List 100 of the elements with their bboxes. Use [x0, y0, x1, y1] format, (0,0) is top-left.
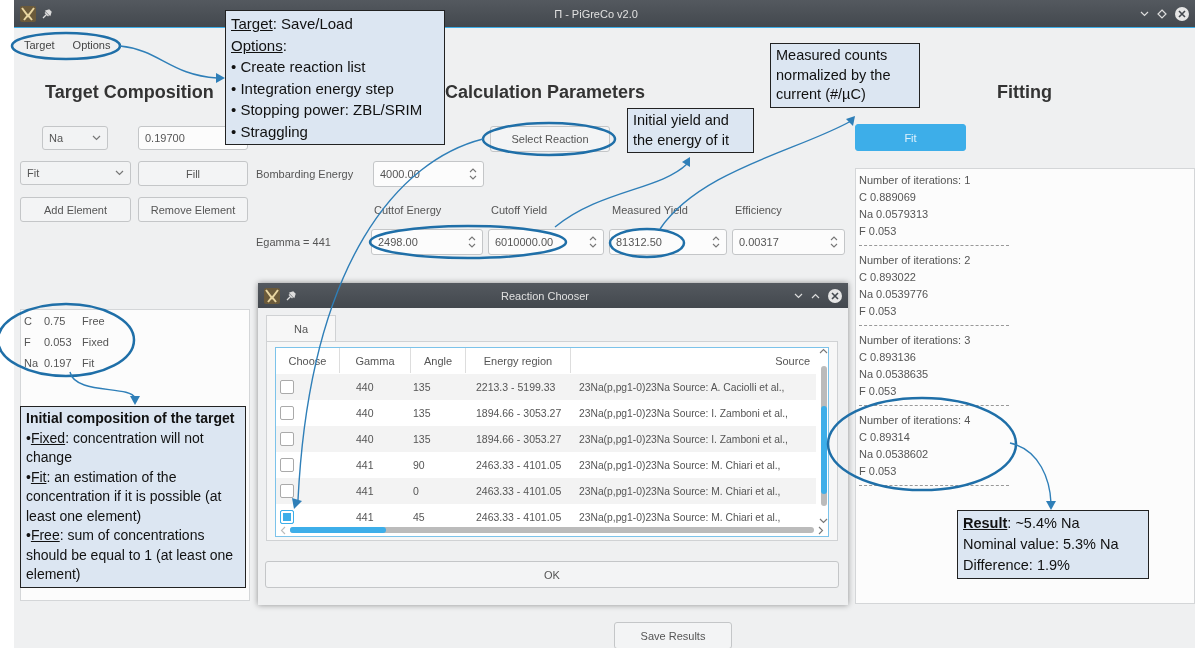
table-cell: 2213.3 - 5199.33	[466, 374, 571, 400]
table-cell-text: 135	[412, 406, 432, 421]
element-mode: Fit	[82, 356, 96, 369]
table-cell: 23Na(p,pg1-0)23Na Source: A. Caciolli et al.,	[571, 374, 816, 400]
log-line: F 0.053	[859, 464, 898, 479]
log-line: C 0.893022	[859, 270, 917, 285]
callout-text: Target: Save/Load	[231, 14, 354, 34]
table-cell-text: 23Na(p,pg1-0)23Na Source: M. Chiari et al.,	[578, 458, 782, 473]
close-icon	[828, 288, 842, 303]
section-heading: Fitting	[997, 81, 1052, 103]
chevron-down-icon	[819, 518, 828, 524]
select-reaction-button[interactable]: Select Reaction	[490, 126, 610, 152]
table-cell-text: 45	[412, 510, 426, 525]
chevron-down-icon	[1140, 10, 1149, 17]
pin-icon	[42, 8, 52, 19]
log-line: Na 0.0539776	[859, 287, 930, 302]
chevron-up-icon	[811, 292, 820, 299]
number-field[interactable]: 6010000.00	[488, 229, 604, 255]
log-line: F 0.053	[859, 224, 898, 239]
checkbox[interactable]	[280, 380, 294, 394]
log-line: Na 0.0579313	[859, 207, 930, 222]
number-field[interactable]: 81312.50	[609, 229, 727, 255]
callout-text: Difference: 1.9%	[963, 556, 1071, 575]
table-cell-text: 440	[355, 406, 375, 421]
element-value: 0.053	[44, 335, 73, 348]
callout-heading: Initial composition of the target	[26, 409, 236, 428]
checkbox[interactable]	[280, 406, 294, 420]
chevron-right-icon	[818, 525, 824, 535]
chevron-down-icon	[92, 135, 101, 141]
logo-icon	[264, 287, 280, 304]
fill-button[interactable]: Fill	[138, 161, 248, 186]
table-cell-text: 1894.66 - 3053.27	[475, 406, 563, 421]
section-heading: Target Composition	[45, 81, 214, 103]
element-mode: Fixed	[82, 335, 110, 348]
table-cell: 23Na(p,pg1-0)23Na Source: M. Chiari et al.,	[571, 478, 816, 504]
element-value: 0.197	[44, 356, 73, 369]
log-line: F 0.053	[859, 304, 898, 319]
row-label: Egamma = 441	[256, 235, 332, 250]
number-field[interactable]: 0.00317	[732, 229, 845, 255]
checkbox[interactable]	[280, 458, 294, 472]
log-line: Number of iterations: 1	[859, 173, 972, 188]
element-symbol: F	[24, 335, 32, 348]
close-icon	[1175, 6, 1189, 21]
vertical-scrollbar[interactable]	[819, 348, 828, 524]
add-element-button[interactable]: Add Element	[20, 197, 131, 222]
table-cell: 0	[411, 478, 466, 504]
column-label: Cutoff Yield	[490, 203, 549, 218]
callout-text: Measured counts normalized by the current (#/µC)	[776, 46, 892, 104]
menu-item[interactable]: Options	[72, 39, 111, 51]
spin-arrows-icon	[712, 235, 720, 249]
checkbox[interactable]	[280, 484, 294, 498]
table-cell-text: 23Na(p,pg1-0)23Na Source: M. Chiari et al.,	[578, 510, 782, 525]
table-cell: 441	[340, 478, 411, 504]
table-cell-text: 441	[355, 510, 375, 525]
callout-text: Result: ~5.4% Na	[963, 514, 1081, 533]
menu-item[interactable]: Target	[24, 39, 55, 51]
log-line: C 0.889069	[859, 190, 917, 205]
number-field[interactable]: 2498.00	[371, 229, 483, 255]
element-symbol: C	[24, 314, 33, 327]
table-cell: 135	[411, 426, 466, 452]
save-results-button[interactable]: Save Results	[614, 622, 732, 648]
table-cell-text: 2463.33 - 4101.05	[475, 510, 563, 525]
callout-text: Initial yield and the energy of it	[633, 111, 730, 150]
log-line: Na 0.0538635	[859, 367, 930, 382]
callout-text: • Integration energy step	[231, 78, 395, 99]
log-line: Na 0.0538602	[859, 447, 930, 462]
callout-text: •Fixed: concentration will not change	[26, 428, 205, 467]
ok-button[interactable]: OK	[265, 561, 839, 588]
callout-text: Nominal value: 5.3% Na	[963, 535, 1120, 554]
log-line: F 0.053	[859, 384, 898, 399]
checkbox[interactable]	[280, 510, 294, 524]
dialog-title: Reaction Chooser	[499, 289, 591, 302]
annotation-arrow	[1009, 442, 1056, 510]
table-cell: 440	[340, 426, 411, 452]
callout-text: •Fit: an estimation of the concentration if it is possible (at least one element)	[26, 467, 223, 526]
table-cell: 2463.33 - 4101.05	[466, 478, 571, 504]
element-symbol: Na	[24, 356, 40, 369]
chevron-up-icon	[819, 348, 828, 354]
log-line: Number of iterations: 4	[859, 413, 972, 428]
spin-arrows-icon	[830, 235, 838, 249]
pin-icon	[286, 290, 296, 301]
column-label: Efficiency	[734, 203, 783, 218]
table-cell-text: 23Na(p,pg1-0)23Na Source: I. Zamboni et al.,	[578, 406, 789, 421]
callout-text: Options:	[231, 35, 288, 56]
window-title: Π - PiGreCo v2.0	[553, 7, 639, 20]
chevron-left-icon	[280, 525, 286, 535]
chevron-down-icon	[115, 170, 124, 176]
diamond-icon	[1157, 8, 1167, 19]
tab[interactable]: Na	[266, 315, 336, 341]
checkbox[interactable]	[280, 432, 294, 446]
element-value: 0.75	[44, 314, 67, 327]
log-line: Number of iterations: 2	[859, 253, 972, 268]
annotation-arrow	[69, 371, 140, 405]
log-line: C 0.89314	[859, 430, 911, 445]
element-dropdown[interactable]: Na	[42, 126, 108, 150]
spin-arrows-icon	[468, 235, 476, 249]
remove-element-button[interactable]: Remove Element	[138, 197, 248, 222]
mode-dropdown[interactable]: Fit	[20, 161, 131, 185]
table-cell-text: 2463.33 - 4101.05	[475, 458, 563, 473]
section-heading: Calculation Parameters	[445, 81, 646, 103]
